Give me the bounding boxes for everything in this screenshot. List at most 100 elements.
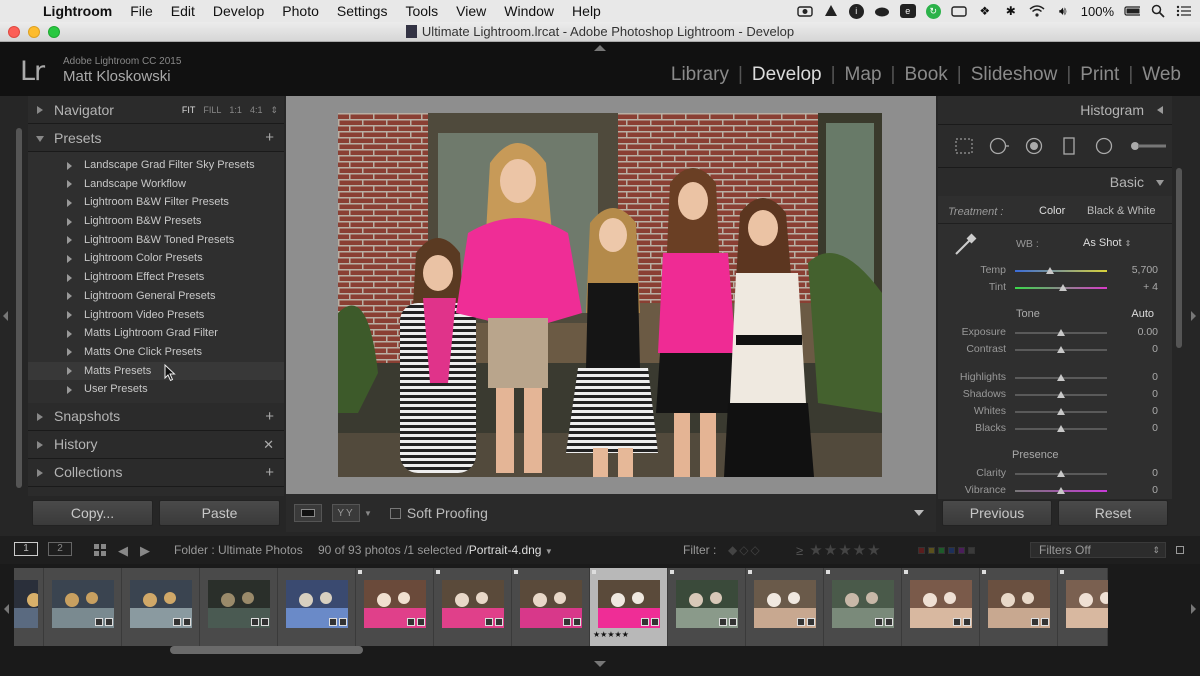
clarity-slider[interactable] [1015, 470, 1107, 477]
presets-header[interactable]: Presets + [28, 124, 284, 152]
color-filter-yellow[interactable] [928, 547, 935, 554]
develop-badge-icon[interactable] [183, 618, 191, 626]
second-window-monitor-button[interactable]: 2 [48, 542, 72, 556]
slider-value[interactable]: 0 [1152, 371, 1158, 383]
histogram-header[interactable]: Histogram [938, 96, 1172, 124]
before-after-dropdown-icon[interactable]: ▼ [364, 509, 372, 518]
develop-badge-icon[interactable] [885, 618, 893, 626]
folder-triangle-icon[interactable] [67, 329, 72, 338]
filmstrip-thumbnail[interactable] [824, 568, 902, 646]
develop-badge-icon[interactable] [105, 618, 113, 626]
menu-lightroom[interactable]: Lightroom [34, 3, 121, 19]
tint-slider-row[interactable]: Tint + 4 [938, 279, 1172, 296]
metadata-badge-icon[interactable] [719, 618, 727, 626]
spot-removal-tool-icon[interactable] [989, 137, 1009, 155]
develop-badge-icon[interactable] [339, 618, 347, 626]
develop-badge-icon[interactable] [729, 618, 737, 626]
folder-triangle-icon[interactable] [67, 311, 72, 319]
shadows-slider[interactable] [1015, 391, 1107, 398]
back-arrow-icon[interactable]: ◀ [118, 543, 128, 559]
paste-settings-button[interactable]: Paste [159, 500, 280, 526]
slider-knob[interactable] [1057, 470, 1065, 477]
reset-button[interactable]: Reset [1058, 500, 1168, 526]
image-canvas[interactable] [286, 96, 936, 494]
filmstrip-thumbnail[interactable] [902, 568, 980, 646]
metadata-badge-icon[interactable] [1031, 618, 1039, 626]
left-panel-edge[interactable] [0, 96, 14, 536]
dropbox-icon[interactable]: ❖ [977, 4, 993, 18]
left-panel-toggle-icon[interactable] [3, 311, 8, 321]
sync-icon[interactable]: ↻ [925, 3, 941, 19]
preset-folder[interactable]: Lightroom Effect Presets [28, 268, 284, 287]
bluetooth-icon[interactable]: ✱ [1003, 4, 1019, 18]
top-panel-toggle-icon[interactable] [594, 45, 606, 51]
spotlight-search-icon[interactable] [1150, 4, 1166, 18]
camera-icon[interactable] [797, 4, 813, 18]
filmstrip-left-toggle-icon[interactable] [4, 604, 9, 614]
zoom-1-1[interactable]: 1:1 [229, 105, 242, 116]
navigator-header[interactable]: Navigator FIT FILL 1:1 4:1 ⇕ [28, 96, 284, 124]
slider-value[interactable]: 0 [1152, 388, 1158, 400]
whites-slider[interactable] [1015, 408, 1107, 415]
color-filter-none[interactable] [968, 547, 975, 554]
slider-knob[interactable] [1057, 487, 1065, 494]
notification-center-icon[interactable] [1176, 4, 1192, 18]
contrast-slider[interactable] [1015, 346, 1107, 353]
wifi-icon[interactable] [1029, 4, 1045, 18]
flag-filter-icons[interactable]: ◆◇◇ [728, 543, 762, 557]
module-slideshow[interactable]: Slideshow [962, 64, 1067, 86]
right-panel-edge[interactable] [1186, 96, 1200, 536]
preset-folder[interactable]: Lightroom Video Presets [28, 306, 284, 325]
filmstrip-thumbnail[interactable] [746, 568, 824, 646]
right-panel-scrollbar[interactable] [1176, 168, 1182, 348]
metadata-badge-icon[interactable] [641, 618, 649, 626]
preset-folder-hovered[interactable]: Matts Presets [28, 361, 284, 381]
clear-history-icon[interactable]: ✕ [263, 437, 274, 453]
filmstrip-thumbnail[interactable] [668, 568, 746, 646]
filmstrip-thumbnail[interactable] [14, 568, 44, 646]
metadata-badge-icon[interactable] [797, 618, 805, 626]
zoom-4-1[interactable]: 4:1 [250, 105, 263, 116]
menu-help[interactable]: Help [563, 3, 610, 19]
left-panel-scrollbar[interactable] [16, 128, 22, 488]
slider-value[interactable]: 5,700 [1132, 264, 1158, 276]
info-icon[interactable]: i [848, 3, 864, 19]
clarity-slider-row[interactable]: Clarity 0 [938, 465, 1172, 482]
thumbnail-rating[interactable]: ★★★★★ [593, 630, 629, 639]
folder-triangle-icon[interactable] [67, 180, 72, 189]
shadows-slider-row[interactable]: Shadows 0 [938, 386, 1172, 403]
module-web[interactable]: Web [1133, 64, 1190, 86]
module-library[interactable]: Library [662, 64, 738, 86]
menu-settings[interactable]: Settings [328, 3, 397, 19]
develop-badge-icon[interactable] [651, 618, 659, 626]
metadata-badge-icon[interactable] [251, 618, 259, 626]
adjustment-brush-tool-icon[interactable] [1129, 137, 1169, 155]
metadata-badge-icon[interactable] [173, 618, 181, 626]
zoom-stepper-icon[interactable]: ⇕ [270, 105, 278, 116]
slider-knob[interactable] [1058, 284, 1067, 291]
metadata-badge-icon[interactable] [875, 618, 883, 626]
soft-proofing-checkbox[interactable] [389, 507, 401, 519]
metadata-badge-icon[interactable] [329, 618, 337, 626]
vibrance-slider[interactable] [1015, 487, 1107, 494]
develop-badge-icon[interactable] [963, 618, 971, 626]
preset-folder[interactable]: Matts Lightroom Grad Filter [28, 324, 284, 343]
filmstrip-thumbnail[interactable] [434, 568, 512, 646]
filmstrip-thumbnail[interactable] [278, 568, 356, 646]
loupe-view-button[interactable] [294, 504, 322, 522]
color-filter-green[interactable] [938, 547, 945, 554]
folder-triangle-icon[interactable] [67, 367, 72, 376]
metadata-badge-icon[interactable] [95, 618, 103, 626]
color-filter-purple[interactable] [958, 547, 965, 554]
develop-badge-icon[interactable] [495, 618, 503, 626]
filmstrip-thumbnail[interactable] [122, 568, 200, 646]
module-book[interactable]: Book [895, 64, 956, 86]
preset-folder[interactable]: Lightroom B&W Presets [28, 212, 284, 231]
drive-icon[interactable] [823, 4, 839, 18]
add-collection-icon[interactable]: + [265, 464, 274, 481]
folder-triangle-icon[interactable] [67, 198, 72, 207]
slider-knob[interactable] [1057, 329, 1065, 336]
folder-triangle-icon[interactable] [67, 292, 72, 301]
slider-value[interactable]: 0 [1152, 467, 1158, 479]
color-filter-blue[interactable] [948, 547, 955, 554]
